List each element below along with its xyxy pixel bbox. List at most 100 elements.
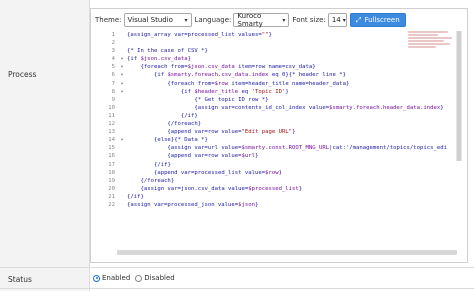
code-line[interactable]: {append var=processed_list value=$row} [127, 169, 457, 177]
line-number: 11 [108, 112, 115, 119]
process-label: Process [8, 70, 37, 79]
line-number: 9 [111, 96, 115, 103]
editor-toolbar: Theme: Visual Studio ▾ Language: Kuroco … [95, 12, 406, 28]
chevron-down-icon: ▾ [342, 16, 346, 24]
code-line[interactable]: {/if} [127, 112, 457, 120]
code-line[interactable]: {append var=row value="Edit page URL"} [127, 128, 457, 136]
code-line[interactable]: {append var=row value=$url} [127, 152, 457, 160]
font-size-select[interactable]: 14 ▾ [327, 13, 347, 27]
line-number: 2 [111, 40, 115, 47]
code-line[interactable]: {assign var=contents_id_col_index value=… [127, 104, 457, 112]
minimap[interactable] [408, 31, 456, 55]
fold-toggle-icon[interactable]: ▾ [118, 63, 126, 71]
code-line[interactable]: {foreach from=$json.csv_data item=row na… [127, 63, 457, 71]
status-label: Status [8, 275, 32, 284]
line-number: 13 [108, 129, 115, 136]
theme-select-value: Visual Studio [127, 16, 173, 24]
minimap-line [408, 31, 448, 33]
status-disabled-label: Disabled [144, 274, 175, 282]
line-number: 8 [111, 88, 115, 95]
line-number: 16 [108, 153, 115, 160]
line-number: 10 [108, 104, 115, 111]
form-label-column [0, 0, 90, 291]
code-lines[interactable]: {assign_array var=processed_list values=… [127, 31, 457, 209]
minimap-line [408, 40, 444, 42]
line-number: 3 [111, 48, 115, 55]
row-divider-bottom [0, 288, 474, 289]
line-number: 18 [108, 169, 115, 176]
line-number: 5 [111, 64, 115, 71]
code-line[interactable]: {/foreach} [127, 120, 457, 128]
code-line[interactable]: {assign var=processed_json value=$json} [127, 201, 457, 209]
line-number: 19 [108, 177, 115, 184]
fold-toggle-icon[interactable]: ▾ [118, 88, 126, 96]
fold-toggle-icon[interactable]: ▾ [118, 80, 126, 88]
status-enabled-option[interactable]: Enabled [93, 274, 130, 282]
code-line[interactable]: {* Get topic ID row *} [127, 96, 457, 104]
font-size-label: Font size: [292, 16, 326, 24]
line-number: 15 [108, 145, 115, 152]
code-line[interactable]: {/if} [127, 161, 457, 169]
theme-select[interactable]: Visual Studio ▾ [123, 13, 192, 27]
minimap-line [408, 37, 452, 39]
chevron-down-icon: ▾ [282, 16, 286, 24]
line-number: 1 [111, 32, 115, 38]
fold-toggle-icon[interactable]: ▾ [118, 71, 126, 79]
code-area[interactable]: 1 2 3 4 5 6 7 8 9 10 11 12 13 14 15 16 17 18 19 20 21 22 ▾ ▾ ▾ ▾… [93, 31, 463, 253]
status-disabled-option[interactable]: Disabled [135, 274, 175, 282]
font-size-select-value: 14 [331, 16, 341, 24]
line-number: 17 [108, 161, 115, 168]
line-number-gutter: 1 2 3 4 5 6 7 8 9 10 11 12 13 14 15 16 17 18 19 20 21 22 [93, 31, 117, 253]
language-select-value: Kuroco Smarty [237, 12, 263, 28]
fold-toggle-icon[interactable]: ▾ [118, 136, 126, 144]
status-enabled-label: Enabled [102, 274, 131, 282]
radio-disabled[interactable] [135, 274, 143, 282]
line-number: 20 [108, 185, 115, 192]
code-line[interactable]: {/foreach} [127, 177, 457, 185]
line-number: 14 [108, 137, 115, 144]
code-line[interactable]: {if $header_title eq 'Topic ID'} [127, 88, 457, 96]
language-select[interactable]: Kuroco Smarty ▾ [233, 12, 290, 28]
status-options: Enabled Disabled [93, 274, 180, 282]
fold-gutter: ▾ ▾ ▾ ▾ ▾ ▾ [118, 31, 126, 253]
code-line[interactable]: {/if} [127, 193, 457, 201]
vertical-scrollbar-thumb[interactable] [457, 31, 461, 161]
minimap-line [408, 43, 450, 45]
radio-enabled[interactable] [93, 274, 100, 282]
row-divider [0, 267, 474, 268]
horizontal-scrollbar[interactable] [117, 250, 457, 255]
line-number: 12 [108, 121, 115, 128]
line-number: 21 [108, 193, 115, 200]
expand-icon: ⤢ [355, 15, 362, 24]
minimap-line [408, 34, 438, 36]
fold-toggle-icon[interactable]: ▾ [118, 55, 126, 63]
code-line[interactable]: {assign var=json.csv_data value=$process… [127, 185, 457, 193]
line-number: 6 [111, 72, 115, 79]
fullscreen-button-label: Fullscreen [364, 16, 400, 24]
language-label: Language: [194, 16, 232, 24]
code-line[interactable]: {foreach from=$row item=header_title nam… [127, 80, 457, 88]
line-number: 22 [108, 201, 115, 208]
chevron-down-icon: ▾ [184, 16, 188, 24]
code-line[interactable]: {if $smarty.foreach.csv_data.index eq 0}… [127, 71, 457, 79]
line-number: 4 [111, 56, 115, 63]
code-line[interactable]: {if $json.csv_data} [127, 55, 457, 63]
code-line[interactable]: {else}{* Data *} [127, 136, 457, 144]
fullscreen-button[interactable]: ⤢ Fullscreen [349, 13, 406, 27]
theme-label: Theme: [95, 16, 122, 24]
code-line[interactable]: {assign var=url value=$smarty.const.ROOT… [127, 144, 457, 152]
